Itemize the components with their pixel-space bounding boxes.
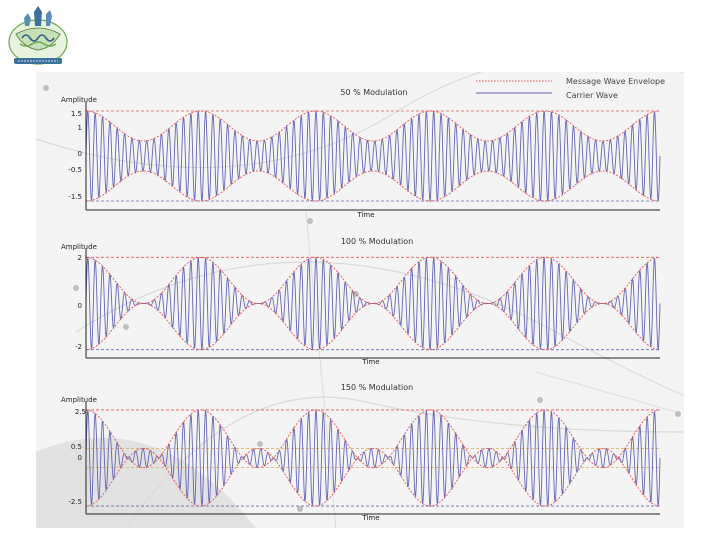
y-tick-label: 1.5	[71, 110, 82, 118]
university-crest-logo	[8, 6, 68, 65]
y-tick-label: 2.5	[75, 408, 86, 416]
y-axis-label: Amplitude	[61, 96, 97, 104]
chart-panel-150: 150 % Modulation Amplitude Time 2.5 0.5 …	[61, 383, 413, 522]
x-axis-label: Time	[361, 514, 379, 522]
chart-title: 100 % Modulation	[341, 237, 413, 246]
upper-envelope-line	[85, 110, 661, 142]
y-tick-label: 2	[78, 254, 82, 262]
y-tick-label: 0	[78, 302, 82, 310]
plot-area	[85, 102, 661, 211]
legend: Message Wave Envelope Carrier Wave	[476, 77, 665, 100]
y-tick-label: 0	[78, 150, 82, 158]
x-axis-label: Time	[361, 358, 379, 366]
charts-svg: Message Wave Envelope Carrier Wave 50 % …	[61, 77, 665, 522]
plot-area	[85, 402, 661, 515]
y-axis-label: Amplitude	[61, 243, 97, 251]
chart-panel-50: 50 % Modulation Amplitude Time 1.5 1 0 -…	[61, 88, 408, 219]
upper-envelope-line	[85, 256, 661, 304]
y-tick-label: 0	[78, 454, 82, 462]
y-tick-label: 0.5	[71, 443, 82, 451]
carrier-wave-line	[85, 110, 661, 202]
y-tick-label: -2.5	[68, 498, 82, 506]
lower-envelope-line	[85, 170, 661, 202]
modulation-figure: Message Wave Envelope Carrier Wave 50 % …	[36, 72, 684, 528]
carrier-wave-line	[85, 409, 661, 507]
y-tick-label: -2	[75, 343, 82, 351]
y-axis-label: Amplitude	[61, 396, 97, 404]
plot-area	[85, 249, 661, 359]
legend-envelope-label: Message Wave Envelope	[566, 77, 665, 86]
lower-envelope-line	[85, 303, 661, 351]
chart-title: 150 % Modulation	[341, 383, 413, 392]
y-tick-label: -1.5	[68, 193, 82, 201]
x-axis-label: Time	[356, 211, 374, 219]
y-tick-label: 1	[78, 124, 82, 132]
y-tick-label: -0.5	[68, 166, 82, 174]
legend-carrier-label: Carrier Wave	[566, 91, 618, 100]
chart-title: 50 % Modulation	[340, 88, 407, 97]
